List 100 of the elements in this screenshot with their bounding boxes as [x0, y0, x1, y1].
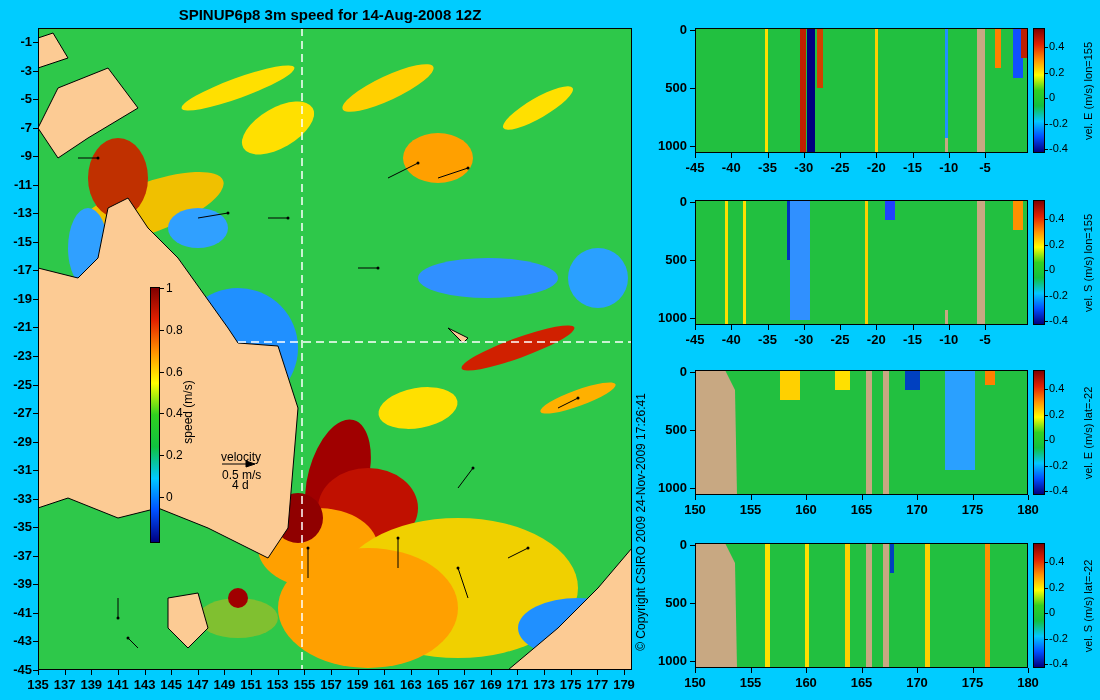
axis-tick-label: -25: [830, 333, 850, 346]
axis-tick-label: 1000: [657, 311, 687, 324]
axis-tick-label: 150: [684, 676, 706, 689]
axis-tick-label: 153: [266, 678, 289, 691]
axis-tick-label: -25: [830, 161, 850, 174]
colorbar-label: speed (m/s): [182, 380, 194, 444]
axis-tick-label: 175: [961, 676, 984, 689]
axis-tick-label: 0: [678, 538, 687, 551]
colorbar-tick-label: -0.2: [1049, 117, 1068, 129]
colorbar-tick-label: -0.4: [1049, 485, 1068, 496]
axis-tick-label: 175: [961, 503, 984, 516]
axis-tick-label: 170: [906, 676, 928, 689]
colorbar-tick-label: 0.4: [1049, 213, 1065, 224]
axis-tick-label: 177: [586, 678, 609, 691]
axis-tick-label: -5: [19, 92, 32, 106]
colorbar-tick-label: 0.2: [1049, 581, 1065, 593]
axis-tick-label: -45: [12, 663, 32, 676]
axis-tick-label: 165: [850, 676, 873, 689]
axis-tick-label: -17: [12, 263, 32, 277]
axis-tick-label: -30: [794, 333, 814, 346]
axis-tick-label: 160: [795, 503, 817, 516]
axis-tick-label: 0: [678, 23, 687, 36]
axis-tick-label: -35: [758, 333, 777, 346]
axis-tick-label: 159: [346, 678, 369, 691]
axis-tick-label: -19: [12, 291, 32, 305]
axis-tick-label: 135: [27, 678, 49, 691]
axis-tick-label: 0: [678, 365, 687, 378]
axis-tick-label: 137: [53, 678, 76, 691]
colorbar-tick-label: 0.4: [1049, 383, 1065, 394]
colorbar-label: vel. S (m/s) lon=155: [1082, 213, 1094, 312]
axis-tick-label: 145: [160, 678, 182, 691]
axis-tick-label: 165: [426, 678, 449, 691]
axis-tick-label: -9: [19, 149, 32, 163]
axis-tick-label: -45: [685, 333, 705, 346]
axis-tick-label: -25: [12, 377, 32, 391]
axis-tick-label: 141: [107, 678, 129, 691]
colorbar-tick-label: -0.4: [1049, 315, 1068, 326]
colorbar-tick-label: -0.4: [1049, 658, 1068, 669]
axis-tick-label: -33: [12, 491, 32, 505]
colorbar-tick-label: 0.4: [1049, 556, 1065, 567]
colorbar-tick-label: 0.2: [1049, 408, 1065, 420]
axis-tick-label: -11: [12, 177, 32, 191]
axis-tick-label: -35: [12, 520, 32, 534]
axis-tick-label: 500: [664, 81, 687, 94]
axis-tick-label: 180: [1017, 503, 1039, 516]
axis-tick-label: -5: [979, 161, 991, 174]
axis-tick-label: -37: [12, 548, 32, 562]
colorbar-tick-label: 0.6: [166, 365, 183, 378]
axis-tick-label: -15: [903, 161, 922, 174]
axis-tick-label: 173: [533, 678, 555, 691]
axis-tick-label: 150: [684, 503, 706, 516]
axis-tick-label: -10: [939, 333, 959, 346]
axis-tick-label: 151: [240, 678, 262, 691]
colorbar-tick-label: 0: [1049, 92, 1056, 103]
axis-tick-label: -41: [12, 605, 32, 619]
axis-tick-label: 179: [613, 678, 635, 691]
axis-tick-label: -10: [939, 161, 959, 174]
axis-tick-label: -7: [19, 120, 32, 134]
colorbar-tick-label: 0.2: [1049, 66, 1065, 78]
colorbar-tick-label: 0.2: [166, 449, 183, 462]
axis-tick-label: -1: [19, 35, 32, 48]
colorbar-tick-label: 0.2: [1049, 238, 1065, 250]
legend-title: velocity: [221, 451, 261, 463]
axis-tick-label: 160: [795, 676, 817, 689]
axis-tick-label: 175: [559, 678, 582, 691]
axis-tick-label: 169: [479, 678, 502, 691]
colorbar-tick-label: -0.2: [1049, 289, 1068, 301]
colorbar-label: vel. S (m/s) lat=-22: [1082, 559, 1094, 652]
axis-tick-label: -29: [12, 434, 32, 448]
axis-tick-label: -20: [866, 333, 886, 346]
axis-tick-label: 147: [186, 678, 209, 691]
axis-tick-label: 167: [453, 678, 475, 691]
axis-tick-label: 1000: [657, 654, 687, 667]
axis-tick-label: 155: [739, 676, 762, 689]
chart-title: SPINUP6p8 3m speed for 14-Aug-2008 12Z: [178, 5, 482, 25]
colorbar-tick-label: -0.2: [1049, 459, 1068, 471]
axis-tick-label: -15: [12, 234, 32, 248]
colorbar-label: vel. E (m/s) lon=155: [1082, 41, 1094, 140]
axis-tick-label: 149: [213, 678, 236, 691]
colorbar-tick-label: 0: [1049, 264, 1056, 275]
colorbar-tick-label: 0.4: [166, 407, 183, 420]
axis-tick-label: 143: [133, 678, 156, 691]
axis-tick-label: -45: [685, 161, 705, 174]
axis-tick-label: 500: [664, 423, 687, 436]
axis-tick-label: 163: [400, 678, 422, 691]
axis-tick-label: -3: [19, 63, 32, 77]
axis-tick-label: -15: [903, 333, 922, 346]
colorbar-tick-label: 0: [1049, 607, 1056, 618]
colorbar-tick-label: -0.2: [1049, 632, 1068, 644]
colorbar-tick-label: 0.8: [166, 323, 183, 336]
axis-tick-label: -23: [12, 349, 32, 362]
colorbar-tick-label: -0.4: [1049, 143, 1068, 154]
colorbar-tick-label: 1: [166, 282, 173, 294]
legend-duration: 4 d: [232, 479, 249, 491]
axis-tick-label: 500: [664, 253, 687, 266]
axis-tick-label: -20: [866, 161, 886, 174]
axis-tick-label: 170: [906, 503, 928, 516]
axis-tick-label: -21: [12, 320, 32, 334]
axis-tick-label: 500: [664, 596, 687, 609]
axis-tick-label: 165: [850, 503, 873, 516]
